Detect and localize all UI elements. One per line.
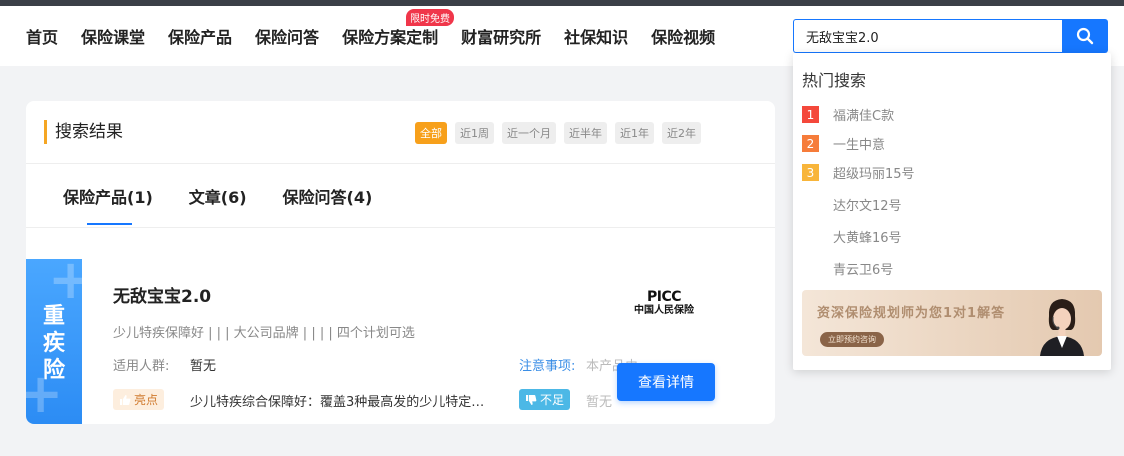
filter-1-week[interactable]: 近1周 (455, 122, 494, 144)
thumbs-down-icon (526, 394, 537, 405)
hot-search-label: 福满佳C款 (833, 109, 895, 124)
search-icon (1076, 27, 1094, 45)
hot-search-label: 一生中意 (833, 138, 886, 153)
rank-badge (802, 196, 819, 213)
filter-1-year[interactable]: 近1年 (615, 122, 654, 144)
divider (26, 227, 775, 228)
thumbs-up-icon (120, 394, 131, 405)
consultant-ad-banner[interactable]: 资深保险规划师为您1对1解答 立即预约咨询 (802, 290, 1102, 356)
consultant-avatar-icon (1040, 299, 1084, 356)
time-filters: 全部 近1周 近一个月 近半年 近1年 近2年 (415, 122, 709, 144)
nav-item-video[interactable]: 保险视频 (651, 24, 715, 48)
nav-item-custom-plan-label: 保险方案定制 (342, 28, 439, 47)
hot-search-label: 青云卫6号 (833, 263, 894, 278)
divider (26, 163, 775, 164)
hot-search-item[interactable]: 2 一生中意 (802, 134, 885, 153)
product-name[interactable]: 无敌宝宝2.0 (113, 282, 211, 307)
hot-search-item[interactable]: 3 超级玛丽15号 (802, 163, 915, 182)
tab-qa[interactable]: 保险问答(4) (283, 184, 373, 225)
notice-label: 注意事项: (519, 359, 576, 374)
cross-decoration-icon: + (48, 259, 82, 311)
ad-text: 资深保险规划师为您1对1解答 (817, 306, 1006, 321)
shortcoming-tag-label: 不足 (540, 393, 565, 407)
product-category-label: 重疾险 (42, 304, 65, 383)
hot-search-label: 超级玛丽15号 (833, 167, 915, 182)
highlight-tag-label: 亮点 (134, 393, 159, 407)
hot-search-item[interactable]: 1 福满佳C款 (802, 105, 894, 124)
nav-item-qa[interactable]: 保险问答 (255, 24, 319, 48)
rank-badge (802, 260, 819, 277)
nav-item-wealth[interactable]: 财富研究所 (461, 24, 541, 48)
nav-item-social-security[interactable]: 社保知识 (564, 24, 628, 48)
hot-search-item[interactable]: 青云卫6号 (802, 259, 893, 278)
filter-1-month[interactable]: 近一个月 (502, 122, 556, 144)
insurer-logo-en: PICC (646, 289, 682, 305)
insurer-logo-cn: 中国人民保险 (634, 305, 694, 316)
shortcoming-tag: 不足 (519, 389, 571, 410)
nav-item-class[interactable]: 保险课堂 (81, 24, 145, 48)
hot-search-label: 达尔文12号 (833, 199, 902, 214)
results-card: 搜索结果 全部 近1周 近一个月 近半年 近1年 近2年 保险产品(1) 文章(… (26, 101, 775, 424)
filter-2-years[interactable]: 近2年 (662, 122, 701, 144)
rank-badge: 3 (802, 164, 819, 181)
rank-badge: 2 (802, 135, 819, 152)
result-tabs: 保险产品(1) 文章(6) 保险问答(4) (63, 184, 408, 225)
highlight-text: 少儿特疾综合保障好：覆盖3种最高发的少儿特定疾病 (190, 395, 497, 410)
tab-products[interactable]: 保险产品(1) (63, 184, 153, 225)
rank-badge: 1 (802, 106, 819, 123)
audience-value: 暂无 (190, 359, 217, 374)
rank-badge (802, 228, 819, 245)
nav-item-home[interactable]: 首页 (26, 24, 58, 48)
free-badge: 限时免费 (406, 9, 455, 26)
search-input[interactable] (793, 19, 1063, 53)
view-details-button[interactable]: 查看详情 (617, 363, 715, 401)
tab-articles[interactable]: 文章(6) (189, 184, 247, 225)
search-button[interactable] (1062, 19, 1108, 53)
hot-search-item[interactable]: 大黄蜂16号 (802, 227, 902, 246)
shortcoming-value: 暂无 (586, 395, 613, 410)
results-title: 搜索结果 (44, 120, 123, 144)
highlight-tag: 亮点 (113, 389, 165, 410)
product-category-banner: + + 重疾险 (26, 259, 82, 424)
filter-all[interactable]: 全部 (415, 122, 447, 144)
main-nav: 首页 保险课堂 保险产品 保险问答 保险方案定制 限时免费 财富研究所 社保知识… (26, 6, 738, 66)
hot-search-dropdown: 热门搜索 1 福满佳C款 2 一生中意 3 超级玛丽15号 达尔文12号 大黄蜂… (793, 53, 1111, 370)
hot-search-label: 大黄蜂16号 (833, 231, 902, 246)
hot-search-title: 热门搜索 (802, 71, 867, 90)
product-tags: 少儿特疾保障好 | | | 大公司品牌 | | | | 四个计划可选 (113, 326, 415, 341)
audience-label: 适用人群: (113, 359, 170, 374)
ad-button[interactable]: 立即预约咨询 (820, 332, 884, 347)
hot-search-item[interactable]: 达尔文12号 (802, 195, 902, 214)
insurer-logo: PICC 中国人民保险 (624, 290, 704, 317)
nav-item-custom-plan[interactable]: 保险方案定制 限时免费 (342, 9, 455, 48)
filter-half-year[interactable]: 近半年 (564, 122, 607, 144)
nav-item-products[interactable]: 保险产品 (168, 24, 232, 48)
